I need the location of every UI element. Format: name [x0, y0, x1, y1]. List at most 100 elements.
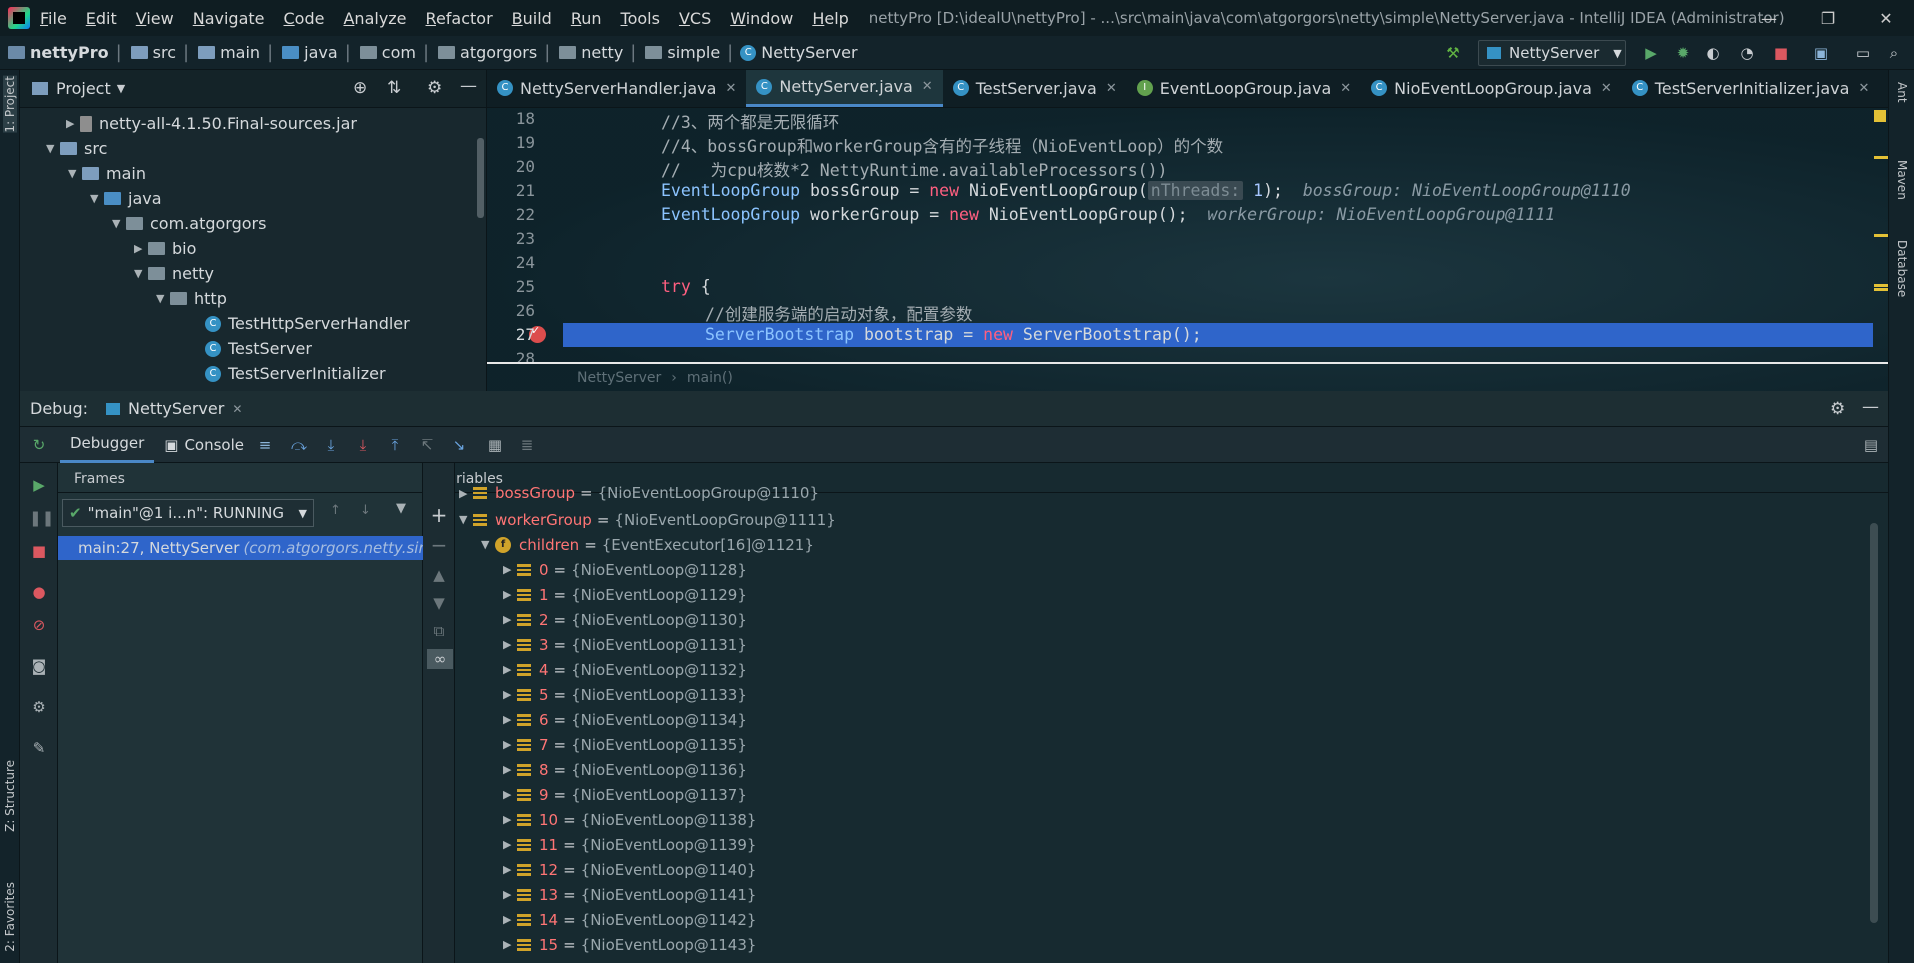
breadcrumb-com[interactable]: com	[382, 43, 416, 62]
layout-settings-icon[interactable]: ▤	[1860, 436, 1882, 454]
build-hammer-icon[interactable]: ⚒	[1444, 44, 1462, 62]
ant-tool-button[interactable]: Ant	[1895, 82, 1909, 103]
pin-icon[interactable]: ✎	[29, 738, 49, 758]
tree-item-netty[interactable]: ▼ netty	[134, 261, 214, 286]
watches-glasses-icon[interactable]: ∞	[427, 649, 453, 669]
tab-nio-event-loop-group[interactable]: C NioEventLoopGroup.java ✕	[1361, 70, 1622, 107]
error-stripe-mark[interactable]	[1874, 284, 1888, 287]
tree-item-bio[interactable]: ▶ bio	[134, 236, 196, 261]
editor-scrollbar[interactable]	[1874, 108, 1888, 391]
stop-icon[interactable]: ■	[1772, 44, 1790, 62]
filter-icon[interactable]: ▼	[396, 501, 406, 516]
search-icon[interactable]: ⌕	[1885, 44, 1903, 62]
menu-edit[interactable]: Edit	[86, 9, 117, 28]
expand-arrow-icon[interactable]: ▶	[503, 763, 517, 776]
tab-netty-server-handler[interactable]: C NettyServerHandler.java ✕	[487, 70, 746, 107]
crumb-method[interactable]: main()	[687, 370, 733, 386]
close-tab-icon[interactable]: ✕	[725, 81, 736, 96]
collapse-arrow-icon[interactable]: ▼	[481, 538, 495, 551]
close-window-icon[interactable]: ✕	[1858, 0, 1914, 36]
expand-arrow-icon[interactable]: ▼	[90, 192, 104, 205]
mute-breakpoints-icon[interactable]: ⊘	[29, 615, 49, 635]
hide-panel-icon[interactable]: —	[460, 76, 477, 96]
arrow-up-icon[interactable]: ↑	[330, 503, 341, 518]
variable-row[interactable]: ▶ 4 = {NioEventLoop@1132}	[503, 657, 747, 682]
collapse-all-icon[interactable]: ⇅	[387, 78, 401, 98]
minimize-icon[interactable]: —	[1741, 0, 1797, 36]
expand-arrow-icon[interactable]: ▶	[66, 117, 80, 130]
settings-icon[interactable]: ⚙	[29, 697, 49, 717]
error-stripe-mark[interactable]	[1874, 156, 1888, 159]
tab-netty-server[interactable]: C NettyServer.java ✕	[746, 70, 943, 107]
copy-icon[interactable]: ⧉	[429, 621, 449, 641]
menu-analyze[interactable]: Analyze	[343, 9, 406, 28]
run-icon[interactable]: ▶	[1642, 44, 1660, 62]
variable-row[interactable]: ▶ 15 = {NioEventLoop@1143}	[503, 932, 756, 957]
menu-run[interactable]: Run	[571, 9, 602, 28]
expand-arrow-icon[interactable]: ▼	[134, 267, 148, 280]
move-down-icon[interactable]: ▼	[429, 593, 449, 613]
run-to-cursor-icon[interactable]: ↘	[448, 436, 470, 454]
restore-icon[interactable]: ❐	[1800, 0, 1856, 36]
remove-watch-icon[interactable]: −	[429, 535, 449, 555]
variable-row[interactable]: ▶ 8 = {NioEventLoop@1136}	[503, 757, 747, 782]
breadcrumb-src[interactable]: src	[153, 43, 176, 62]
force-step-into-icon[interactable]: ⤓	[352, 436, 374, 454]
variable-row[interactable]: ▶ 0 = {NioEventLoop@1128}	[503, 557, 747, 582]
close-tab-icon[interactable]: ✕	[1340, 81, 1351, 96]
step-out-icon[interactable]: ⤒	[384, 436, 406, 454]
warning-marker-icon[interactable]	[1874, 110, 1886, 122]
tree-item-jar[interactable]: ▶ netty-all-4.1.50.Final-sources.jar	[66, 111, 357, 136]
breadcrumb-simple[interactable]: simple	[667, 43, 720, 62]
tree-item-package[interactable]: ▼ com.atgorgors	[112, 211, 266, 236]
database-tool-button[interactable]: Database	[1895, 240, 1909, 297]
tab-test-server[interactable]: C TestServer.java ✕	[943, 70, 1127, 107]
close-tab-icon[interactable]: ✕	[1601, 81, 1612, 96]
expand-arrow-icon[interactable]: ▼	[68, 167, 82, 180]
expand-arrow-icon[interactable]: ▶	[503, 813, 517, 826]
variable-row[interactable]: ▼ workerGroup = {NioEventLoopGroup@1111}	[459, 507, 836, 532]
expand-arrow-icon[interactable]: ▶	[503, 913, 517, 926]
step-into-icon[interactable]: ⤓	[320, 436, 342, 454]
expand-arrow-icon[interactable]: ▶	[503, 663, 517, 676]
menu-tools[interactable]: Tools	[621, 9, 660, 28]
debug-session-tab[interactable]: NettyServer ✕	[106, 391, 242, 427]
close-tab-icon[interactable]: ✕	[1106, 81, 1117, 96]
code-editor[interactable]: 18 19 20 21 22 23 24 25 26 27 28 //3、两个都…	[487, 108, 1888, 391]
close-tab-icon[interactable]: ✕	[922, 79, 933, 94]
menu-vcs[interactable]: VCS	[679, 9, 711, 28]
expand-arrow-icon[interactable]: ▶	[503, 788, 517, 801]
variable-row[interactable]: ▶ 3 = {NioEventLoop@1131}	[503, 632, 747, 657]
expand-arrow-icon[interactable]: ▶	[503, 613, 517, 626]
expand-arrow-icon[interactable]: ▶	[503, 938, 517, 951]
menu-navigate[interactable]: Navigate	[193, 9, 265, 28]
menu-refactor[interactable]: Refactor	[426, 9, 493, 28]
variable-row[interactable]: ▼ f children = {EventExecutor[16]@1121}	[481, 532, 814, 557]
tree-item-src[interactable]: ▼ src	[46, 136, 107, 161]
gear-icon[interactable]: ⚙	[427, 78, 442, 98]
menu-view[interactable]: View	[136, 9, 174, 28]
tab-overflow[interactable]: C⋯	[1879, 70, 1888, 107]
expand-arrow-icon[interactable]: ▶	[503, 588, 517, 601]
variable-row[interactable]: ▶ 9 = {NioEventLoop@1137}	[503, 782, 747, 807]
view-breakpoints-icon[interactable]: ●	[29, 582, 49, 602]
variable-row[interactable]: ▶ 14 = {NioEventLoop@1142}	[503, 907, 756, 932]
collapse-arrow-icon[interactable]: ▼	[459, 513, 473, 526]
expand-arrow-icon[interactable]: ▶	[503, 863, 517, 876]
expand-arrow-icon[interactable]: ▼	[156, 292, 170, 305]
drop-frame-icon[interactable]: ↸	[416, 436, 438, 454]
error-stripe-mark[interactable]	[1874, 288, 1888, 291]
expand-arrow-icon[interactable]: ▶	[503, 738, 517, 751]
project-panel-title[interactable]: Project	[56, 79, 111, 98]
menu-code[interactable]: Code	[284, 9, 325, 28]
breadcrumb-project[interactable]: nettyPro	[30, 43, 109, 62]
variable-row[interactable]: ▶ 1 = {NioEventLoop@1129}	[503, 582, 747, 607]
project-structure-icon[interactable]: ▣	[1812, 44, 1830, 62]
breadcrumb-java[interactable]: java	[304, 43, 338, 62]
variable-row[interactable]: ▶ 13 = {NioEventLoop@1141}	[503, 882, 756, 907]
profile-icon[interactable]: ◔	[1738, 44, 1756, 62]
menu-lines-icon[interactable]: ≡	[254, 436, 276, 454]
variable-row[interactable]: ▶ 11 = {NioEventLoop@1139}	[503, 832, 756, 857]
tab-console[interactable]: ▣ Console	[154, 427, 254, 463]
expand-arrow-icon[interactable]: ▶	[503, 563, 517, 576]
